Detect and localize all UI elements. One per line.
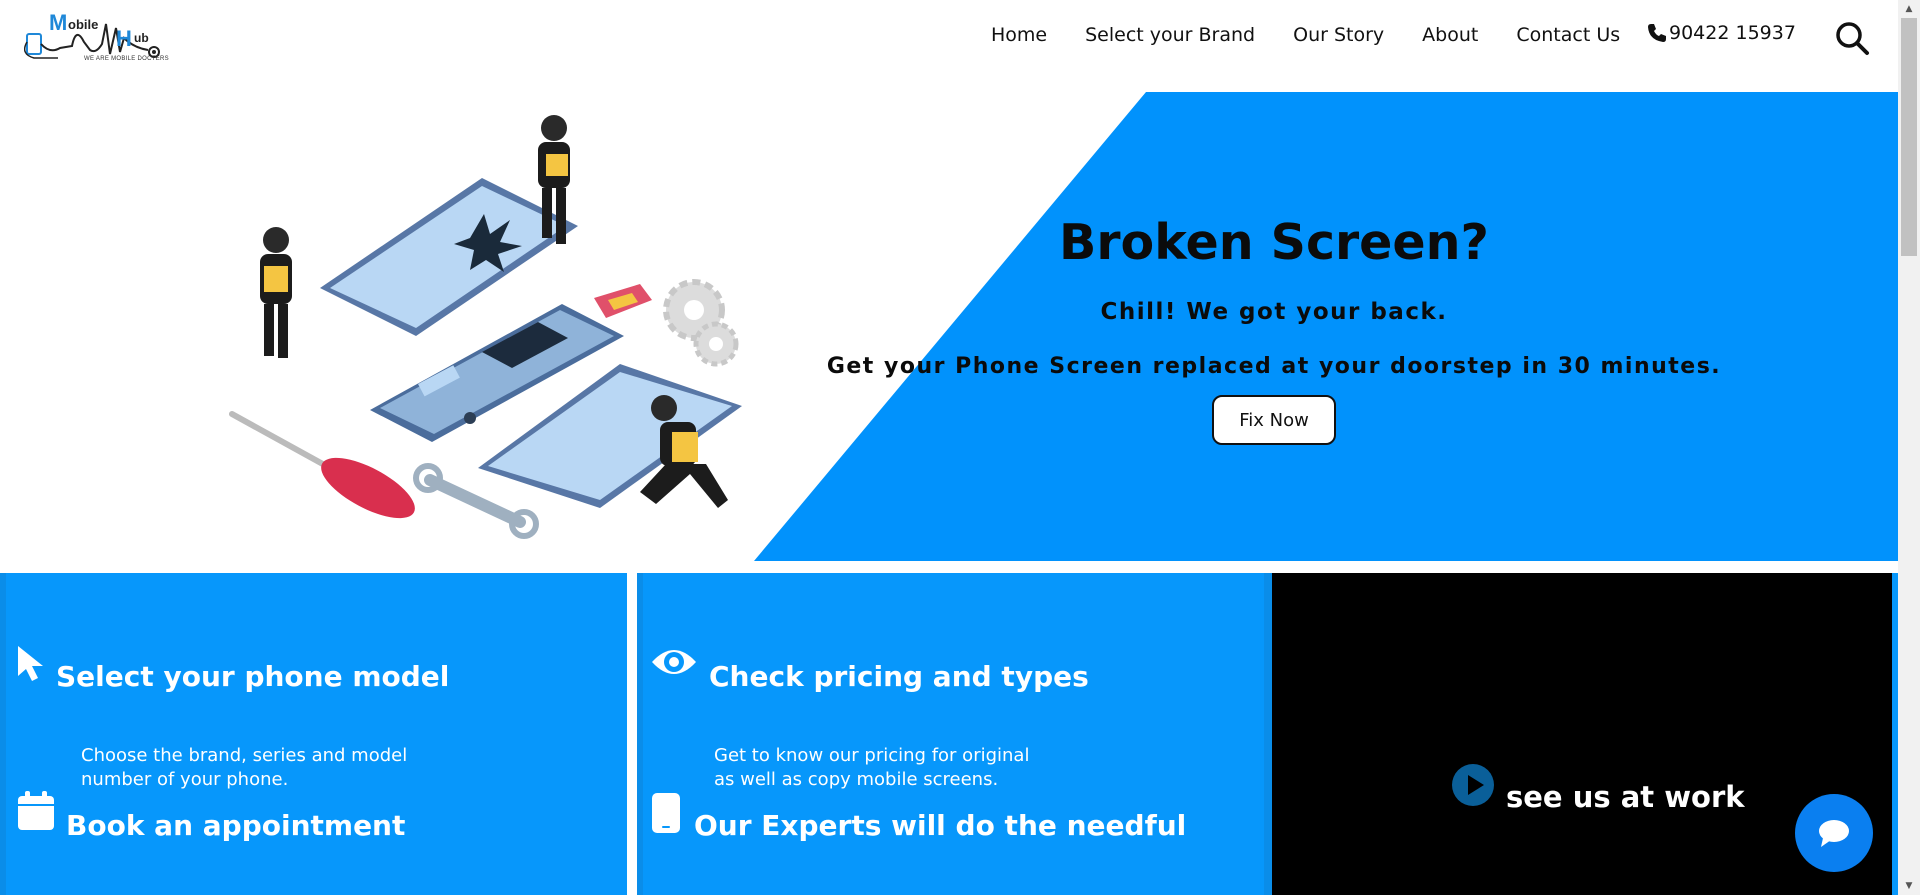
logo-word-hub: ub <box>134 31 149 45</box>
main-nav: Home Select your Brand Our Story About C… <box>991 22 1620 48</box>
search-icon <box>1836 22 1869 55</box>
features-section <box>0 573 1898 895</box>
scrollbar-thumb[interactable] <box>1901 18 1917 256</box>
nav-contact-us[interactable]: Contact Us <box>1516 24 1620 46</box>
fix-now-button[interactable]: Fix Now <box>1212 395 1336 445</box>
phone-repair-illustration <box>220 108 760 563</box>
hero-description: Get your Phone Screen replaced at your d… <box>826 354 1722 379</box>
search-button[interactable] <box>1834 20 1870 56</box>
calendar-icon <box>18 791 54 830</box>
phone-icon <box>1648 24 1666 42</box>
logo-letter-h: H <box>116 26 132 51</box>
feature-column-left <box>0 573 627 895</box>
feature-title-select-model: Select your phone model <box>56 660 450 693</box>
logo-word-mobile: obile <box>68 17 99 32</box>
feature-title-experts: Our Experts will do the needful <box>694 809 1187 842</box>
chat-bubble-icon <box>1819 820 1849 847</box>
mobile-phone-icon <box>652 793 680 833</box>
scroll-up-arrow-icon[interactable]: ▲ <box>1898 0 1920 18</box>
phone-number: 90422 15937 <box>1669 22 1796 44</box>
play-circle-icon[interactable] <box>1452 764 1494 806</box>
logo-tagline: WE ARE MOBILE DOCTERS <box>84 56 169 62</box>
hero-title: Broken Screen? <box>1059 214 1489 271</box>
logo-letter-m: M <box>49 10 68 35</box>
eye-icon <box>652 650 696 674</box>
phone-link[interactable]: 90422 15937 <box>1647 22 1796 44</box>
hero-subtitle: Chill! We got your back. <box>1100 299 1448 325</box>
feature-text-check-pricing: Get to know our pricing for original as … <box>714 745 1030 790</box>
feature-title-book-appointment: Book an appointment <box>66 809 406 842</box>
nav-select-your-brand[interactable]: Select your Brand <box>1085 24 1255 46</box>
feature-title-check-pricing: Check pricing and types <box>709 660 1089 693</box>
brand-logo[interactable]: M obile H ub WE ARE MOBILE DOCTERS <box>24 8 176 70</box>
nav-about[interactable]: About <box>1422 24 1478 46</box>
chat-button[interactable] <box>1795 794 1873 872</box>
hero-content: Broken Screen? Chill! We got your back. … <box>756 92 1792 561</box>
pointer-cursor-icon <box>18 646 43 681</box>
nav-our-story[interactable]: Our Story <box>1293 24 1384 46</box>
nav-home[interactable]: Home <box>991 24 1047 46</box>
see-us-at-work-label[interactable]: see us at work <box>1506 780 1745 814</box>
scroll-down-arrow-icon[interactable]: ▼ <box>1898 877 1920 895</box>
feature-column-middle <box>637 573 1272 895</box>
site-header: M obile H ub WE ARE MOBILE DOCTERS Home … <box>0 0 1898 92</box>
page-scrollbar[interactable]: ▲ ▼ <box>1898 0 1920 895</box>
feature-text-select-model: Choose the brand, series and model numbe… <box>81 745 408 790</box>
